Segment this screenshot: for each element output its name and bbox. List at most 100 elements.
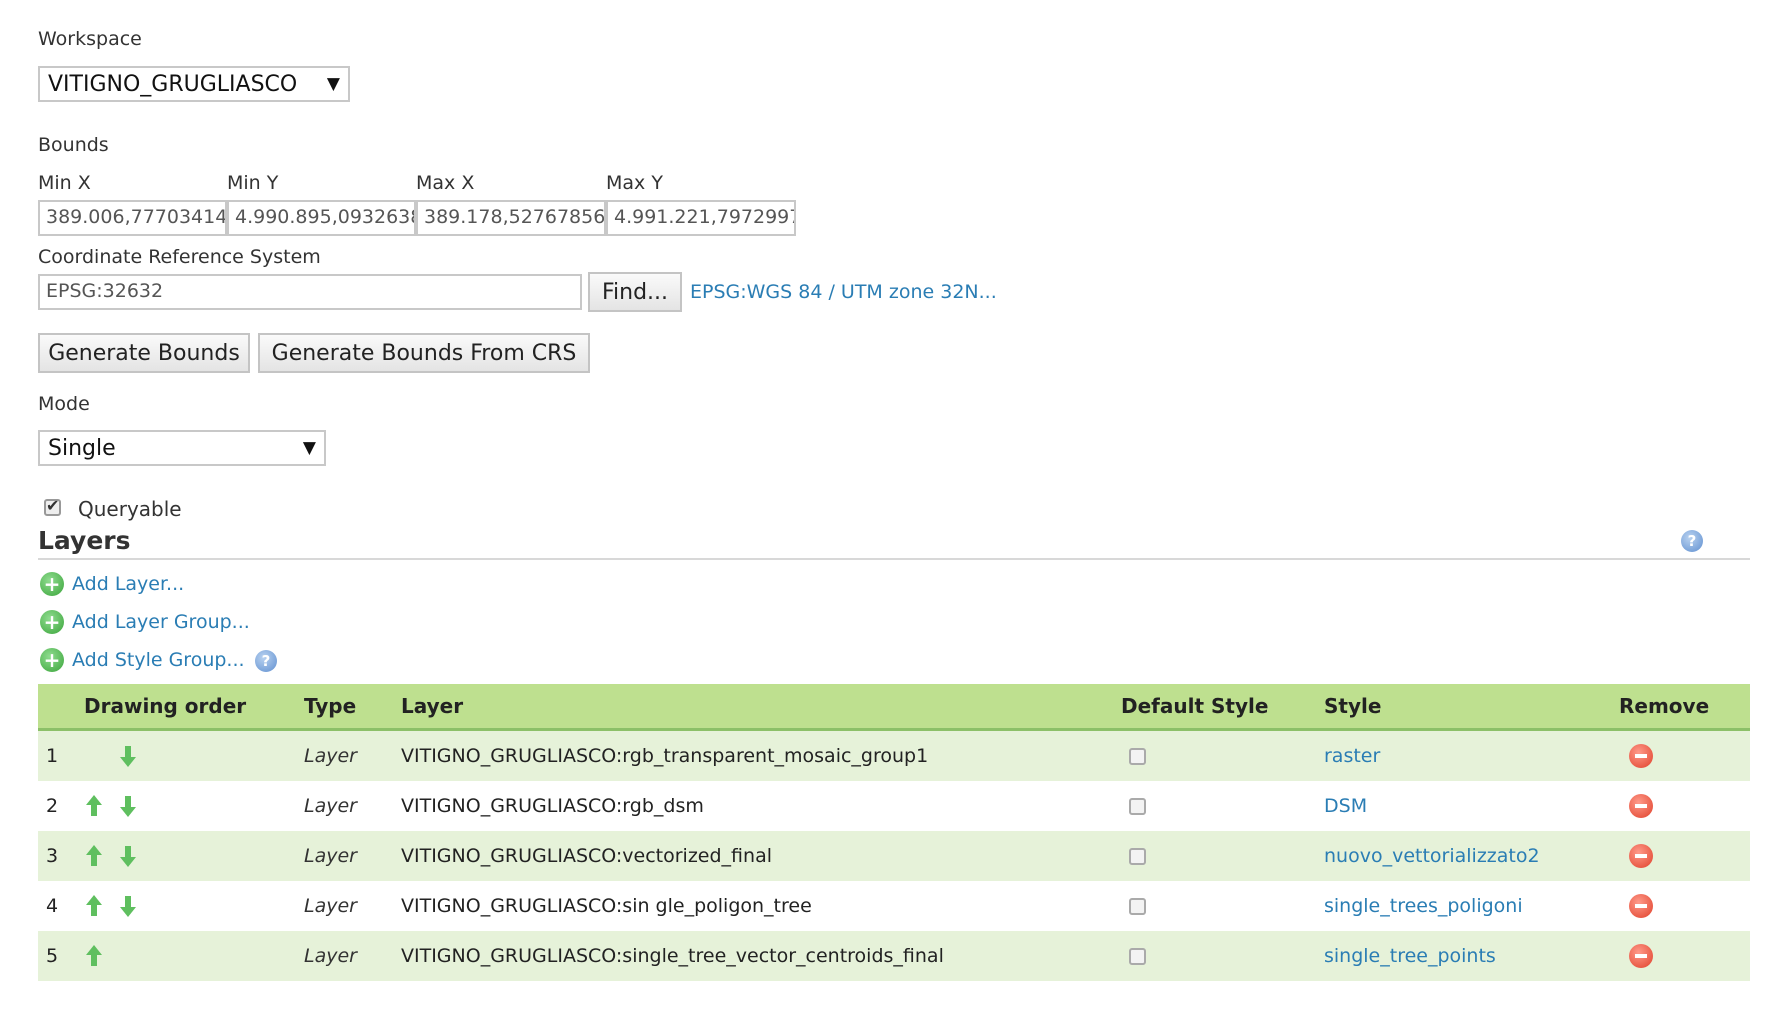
generate-bounds-from-crs-button[interactable]: Generate Bounds From CRS bbox=[258, 333, 590, 373]
help-icon[interactable]: ? bbox=[255, 650, 277, 672]
header-type: Type bbox=[304, 684, 401, 731]
move-down-icon[interactable] bbox=[120, 895, 136, 918]
order-number: 4 bbox=[46, 895, 59, 918]
default-style-checkbox[interactable] bbox=[1129, 848, 1146, 865]
style-link[interactable]: nuovo_vettorializzato2 bbox=[1324, 845, 1540, 867]
crs-input[interactable]: EPSG:32632 bbox=[38, 274, 582, 310]
layer-name-cell: VITIGNO_GRUGLIASCO:sin gle_poligon_tree bbox=[401, 881, 1121, 931]
add-style-group-link[interactable]: Add Style Group... bbox=[72, 649, 245, 671]
table-row: 1 Layer VITIGNO_GRUGLIASCO:rgb_transparent… bbox=[38, 729, 1750, 781]
move-down-icon[interactable] bbox=[120, 745, 136, 768]
add-layer-group-icon[interactable]: + bbox=[40, 610, 64, 634]
drawing-order-cell: 3 bbox=[38, 831, 304, 881]
header-drawing-order: Drawing order bbox=[38, 684, 304, 731]
default-style-checkbox[interactable] bbox=[1129, 898, 1146, 915]
style-link[interactable]: DSM bbox=[1324, 795, 1367, 817]
layers-table: Drawing order Type Layer Default Style S… bbox=[38, 684, 1750, 981]
queryable-checkbox[interactable] bbox=[44, 496, 61, 516]
table-header-row: Drawing order Type Layer Default Style S… bbox=[38, 684, 1750, 731]
chevron-down-icon: ▼ bbox=[326, 74, 340, 94]
move-up-icon[interactable] bbox=[86, 895, 102, 917]
drawing-order-cell: 4 bbox=[38, 881, 304, 931]
style-cell: DSM bbox=[1324, 781, 1619, 831]
layers-table-container: Drawing order Type Layer Default Style S… bbox=[38, 684, 1750, 981]
default-style-cell bbox=[1121, 729, 1324, 781]
workspace-select-value: VITIGNO_GRUGLIASCO bbox=[48, 71, 298, 97]
layer-name-cell: VITIGNO_GRUGLIASCO:rgb_transparent_mosai… bbox=[401, 729, 1121, 781]
max-x-input[interactable]: 389.178,52767856 bbox=[416, 200, 606, 236]
add-layer-icon[interactable]: + bbox=[40, 572, 64, 596]
default-style-cell bbox=[1121, 831, 1324, 881]
remove-icon[interactable] bbox=[1629, 944, 1653, 968]
add-layer-link[interactable]: Add Layer... bbox=[72, 573, 184, 595]
remove-cell bbox=[1619, 831, 1750, 881]
default-style-checkbox[interactable] bbox=[1129, 948, 1146, 965]
type-cell: Layer bbox=[304, 781, 401, 831]
table-row: 4 Layer VITIGNO_GRUGLIASCO:sin gle_poligon… bbox=[38, 881, 1750, 931]
style-cell: single_trees_poligoni bbox=[1324, 881, 1619, 931]
type-cell: Layer bbox=[304, 931, 401, 981]
layers-title: Layers bbox=[38, 526, 131, 555]
workspace-select[interactable]: VITIGNO_GRUGLIASCO ▼ bbox=[38, 66, 350, 102]
table-row: 5 Layer VITIGNO_GRUGLIASCO:single_tree_vec… bbox=[38, 931, 1750, 981]
crs-find-button[interactable]: Find... bbox=[588, 272, 682, 312]
style-cell: single_tree_points bbox=[1324, 931, 1619, 981]
move-up-icon[interactable] bbox=[86, 945, 102, 967]
default-style-cell bbox=[1121, 781, 1324, 831]
order-number: 3 bbox=[46, 845, 59, 868]
type-cell: Layer bbox=[304, 831, 401, 881]
bounds-label: Bounds bbox=[38, 134, 109, 156]
min-x-label: Min X bbox=[38, 172, 91, 194]
table-row: 2 Layer VITIGNO_GRUGLIASCO:rgb_dsm DSM bbox=[38, 781, 1750, 831]
chevron-down-icon: ▼ bbox=[302, 438, 316, 458]
default-style-checkbox[interactable] bbox=[1129, 798, 1146, 815]
type-cell: Layer bbox=[304, 881, 401, 931]
layers-divider bbox=[38, 558, 1750, 560]
remove-cell bbox=[1619, 729, 1750, 781]
move-up-icon[interactable] bbox=[86, 845, 102, 867]
default-style-cell bbox=[1121, 881, 1324, 931]
remove-icon[interactable] bbox=[1629, 894, 1653, 918]
remove-cell bbox=[1619, 881, 1750, 931]
remove-icon[interactable] bbox=[1629, 744, 1653, 768]
order-number: 5 bbox=[46, 945, 59, 968]
default-style-cell bbox=[1121, 931, 1324, 981]
drawing-order-cell: 2 bbox=[38, 781, 304, 831]
remove-icon[interactable] bbox=[1629, 844, 1653, 868]
style-link[interactable]: single_trees_poligoni bbox=[1324, 895, 1523, 917]
help-icon[interactable]: ? bbox=[1681, 530, 1703, 552]
layer-name-cell: VITIGNO_GRUGLIASCO:rgb_dsm bbox=[401, 781, 1121, 831]
style-cell: raster bbox=[1324, 729, 1619, 781]
min-y-input[interactable]: 4.990.895,0932638 bbox=[227, 200, 416, 236]
remove-cell bbox=[1619, 781, 1750, 831]
add-layer-group-link[interactable]: Add Layer Group... bbox=[72, 611, 250, 633]
style-link[interactable]: single_tree_points bbox=[1324, 945, 1496, 967]
layer-name-cell: VITIGNO_GRUGLIASCO:vectorized_final bbox=[401, 831, 1121, 881]
min-x-input[interactable]: 389.006,77703414 bbox=[38, 200, 227, 236]
style-cell: nuovo_vettorializzato2 bbox=[1324, 831, 1619, 881]
workspace-label: Workspace bbox=[38, 28, 142, 50]
move-down-icon[interactable] bbox=[120, 795, 136, 818]
drawing-order-cell: 1 bbox=[38, 729, 304, 781]
max-y-label: Max Y bbox=[606, 172, 663, 194]
crs-description-link[interactable]: EPSG:WGS 84 / UTM zone 32N... bbox=[690, 281, 997, 303]
max-y-input[interactable]: 4.991.221,7972997 bbox=[606, 200, 796, 236]
header-remove: Remove bbox=[1619, 684, 1750, 731]
add-style-group-icon[interactable]: + bbox=[40, 648, 64, 672]
remove-cell bbox=[1619, 931, 1750, 981]
default-style-checkbox[interactable] bbox=[1129, 748, 1146, 765]
generate-bounds-button[interactable]: Generate Bounds bbox=[38, 333, 250, 373]
max-x-label: Max X bbox=[416, 172, 475, 194]
header-style: Style bbox=[1324, 684, 1619, 731]
remove-icon[interactable] bbox=[1629, 794, 1653, 818]
move-up-icon[interactable] bbox=[86, 795, 102, 817]
table-row: 3 Layer VITIGNO_GRUGLIASCO:vectorized_fina… bbox=[38, 831, 1750, 881]
style-link[interactable]: raster bbox=[1324, 745, 1380, 767]
drawing-order-cell: 5 bbox=[38, 931, 304, 981]
empty-slot bbox=[86, 745, 102, 767]
move-down-icon[interactable] bbox=[120, 845, 136, 868]
header-layer: Layer bbox=[401, 684, 1121, 731]
mode-select-value: Single bbox=[48, 435, 116, 461]
mode-select[interactable]: Single ▼ bbox=[38, 430, 326, 466]
mode-label: Mode bbox=[38, 393, 90, 415]
